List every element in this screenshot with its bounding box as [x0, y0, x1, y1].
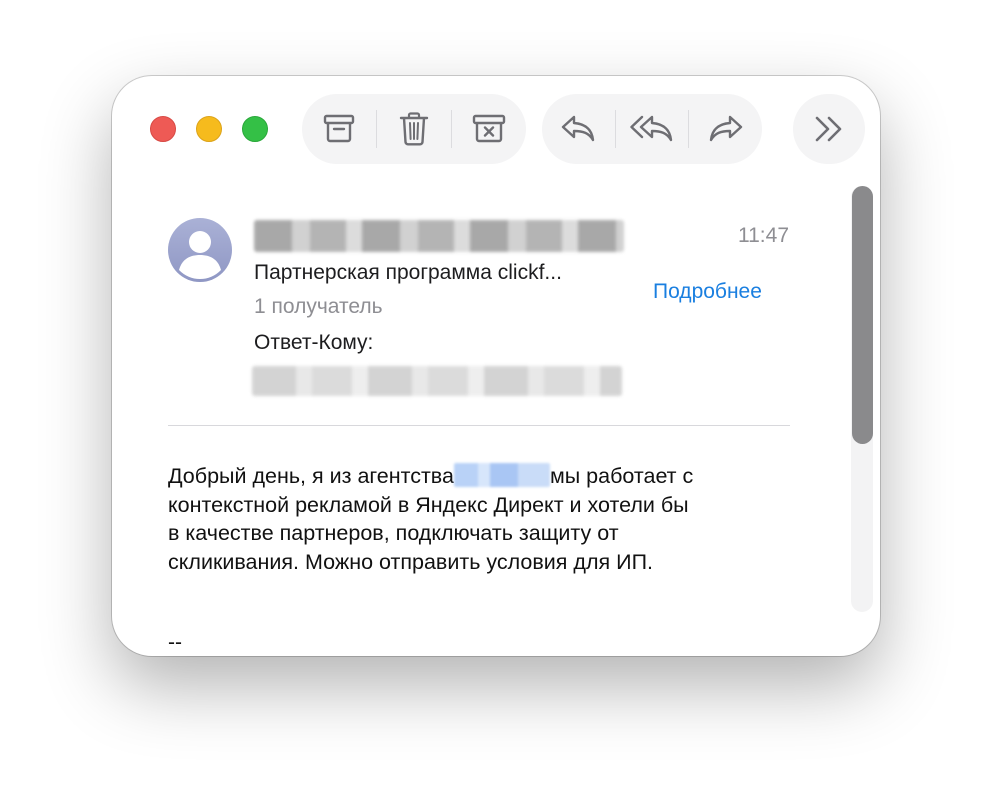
body-line: контекстной рекламой в Яндекс Директ и х…: [168, 492, 689, 517]
junk-icon: [472, 114, 506, 143]
message-body: Добрый день, я из агентства мы работает с…: [168, 462, 798, 576]
archive-button[interactable]: [302, 94, 376, 164]
junk-button[interactable]: [452, 94, 526, 164]
reply-icon: [562, 115, 595, 142]
reply-all-button[interactable]: [616, 94, 689, 164]
body-line: в качестве партнеров, подключать защиту …: [168, 521, 619, 545]
message-time: 11:47: [738, 224, 789, 247]
minimize-window-button[interactable]: [196, 116, 222, 142]
redacted-agency-name: [453, 463, 550, 487]
zoom-window-button[interactable]: [242, 116, 268, 142]
delete-button[interactable]: [377, 94, 451, 164]
details-link[interactable]: Подробнее: [653, 280, 762, 304]
reply-all-icon: [630, 115, 673, 142]
reply-to-label: Ответ-Кому:: [254, 331, 374, 354]
chevron-double-right-icon: [815, 116, 842, 142]
person-icon: [179, 231, 221, 279]
reply-to-address-redacted: [252, 366, 622, 396]
header-divider: [168, 425, 790, 426]
toolbar-mailbox-actions: [302, 94, 526, 164]
body-line: Добрый день, я из агентства: [168, 464, 454, 488]
message-subject: Партнерская программа clickf...: [254, 261, 562, 284]
body-line: мы работает с: [549, 464, 694, 488]
archive-icon: [323, 114, 355, 143]
body-line: скликивания. Можно отправить условия для…: [168, 549, 654, 574]
sender-name-redacted: [254, 220, 624, 252]
toolbar-reply-actions: [542, 94, 762, 164]
toolbar-overflow: [793, 94, 865, 164]
mail-message-window: 11:47 Партнерская программа clickf... 1 …: [112, 76, 880, 656]
sender-avatar[interactable]: [168, 218, 232, 282]
scrollbar-thumb[interactable]: [852, 186, 873, 444]
close-window-button[interactable]: [150, 116, 176, 142]
more-toolbar-items-button[interactable]: [793, 94, 865, 164]
forward-button[interactable]: [689, 94, 762, 164]
forward-icon: [709, 115, 742, 142]
recipients-count[interactable]: 1 получатель: [254, 295, 383, 319]
reply-button[interactable]: [542, 94, 615, 164]
trash-icon: [399, 112, 429, 146]
signature-delimiter: --: [168, 631, 182, 654]
